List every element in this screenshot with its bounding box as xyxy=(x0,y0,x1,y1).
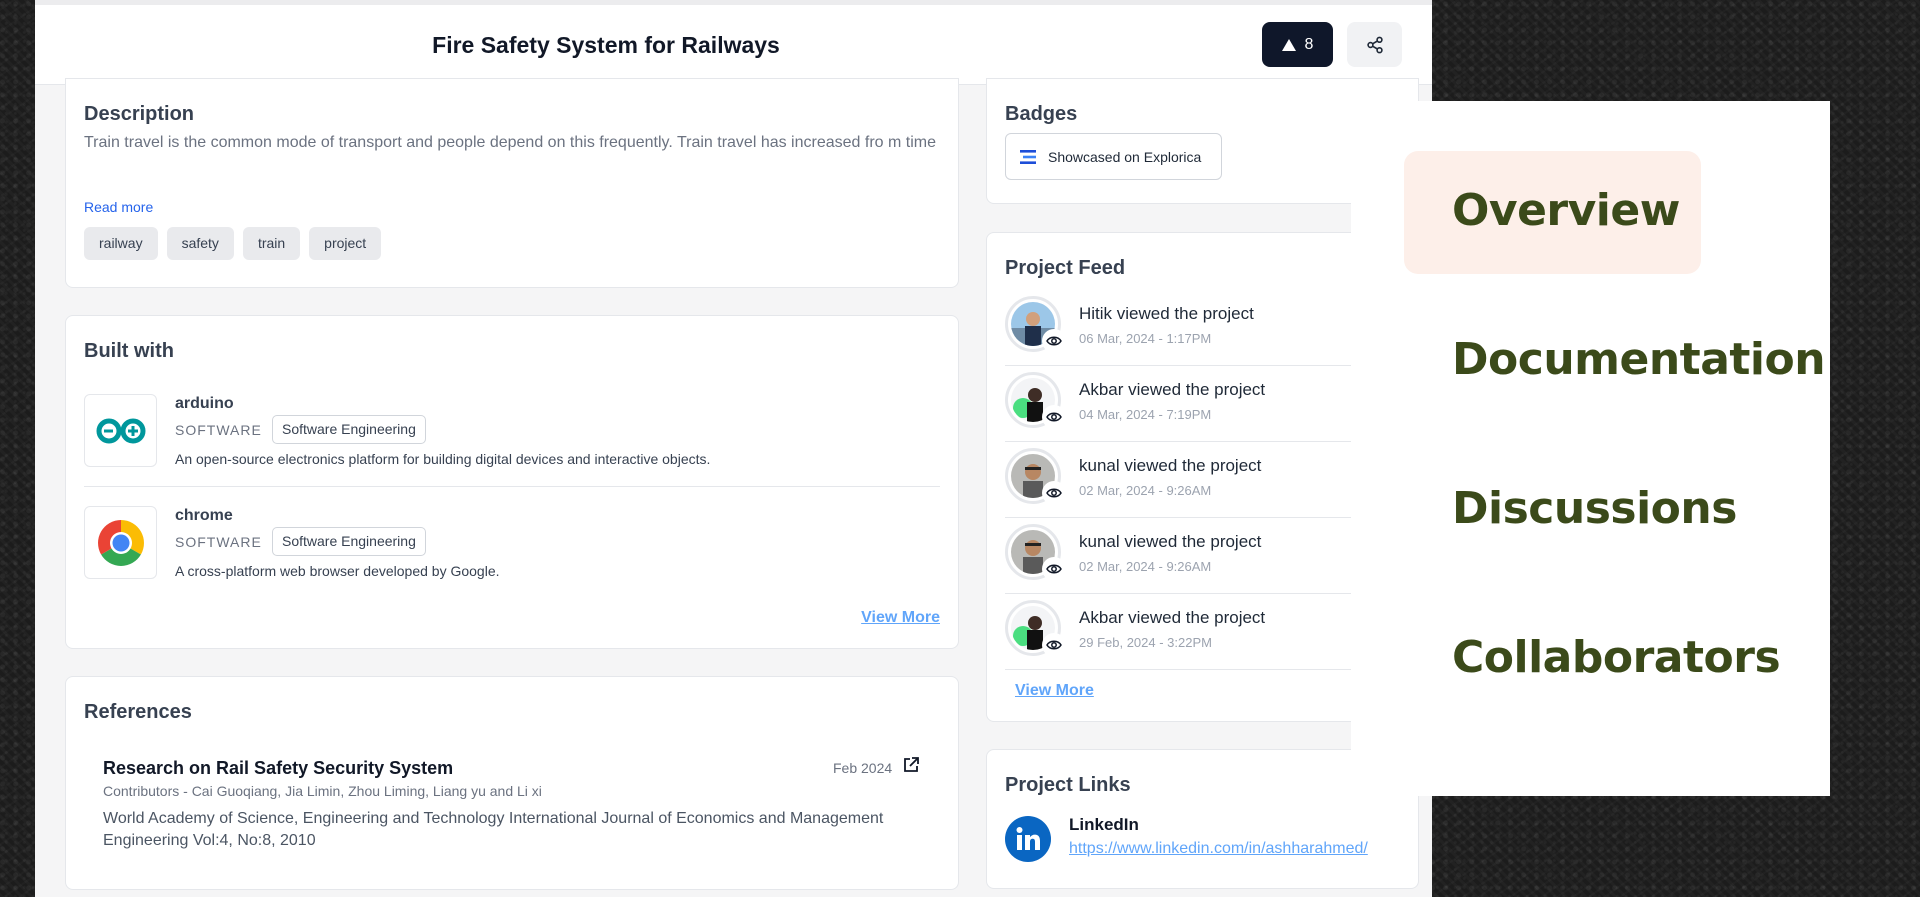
explorica-logo-icon xyxy=(1020,149,1036,164)
nav-tab-collaborators[interactable]: Collaborators xyxy=(1452,632,1781,683)
project-title: Fire Safety System for Railways xyxy=(432,32,780,58)
feed-text: kunal viewed the project xyxy=(1079,532,1262,551)
description-text: Train travel is the common mode of trans… xyxy=(84,134,936,151)
feed-item: kunal viewed the project 02 Mar, 2024 - … xyxy=(1005,442,1377,518)
badge-label: Showcased on Explorica xyxy=(1048,148,1202,165)
nav-tab-documentation[interactable]: Documentation xyxy=(1452,334,1826,385)
description-card: Description Train travel is the common m… xyxy=(65,78,959,288)
references-heading: References xyxy=(84,701,192,723)
project-page: Fire Safety System for Railways 8 Descri… xyxy=(35,0,1432,897)
external-link-icon[interactable] xyxy=(902,756,920,779)
built-with-heading: Built with xyxy=(84,340,174,362)
feed-view-more-link[interactable]: View More xyxy=(1015,682,1094,700)
reference-date: Feb 2024 xyxy=(833,760,893,776)
feed-text: kunal viewed the project xyxy=(1079,456,1262,475)
nav-tab-overview[interactable]: Overview xyxy=(1452,185,1680,236)
tool-description: A cross-platform web browser developed b… xyxy=(175,563,500,579)
feed-item: kunal viewed the project 02 Mar, 2024 - … xyxy=(1005,518,1377,594)
badges-heading: Badges xyxy=(1005,103,1078,125)
eye-icon xyxy=(1042,557,1066,581)
project-feed-heading: Project Feed xyxy=(1005,257,1126,279)
tag-chip[interactable]: project xyxy=(309,227,382,260)
feed-text: Hitik viewed the project xyxy=(1079,304,1254,323)
feed-divider xyxy=(1005,669,1377,670)
avatar xyxy=(1005,372,1066,429)
eye-icon xyxy=(1042,329,1066,353)
eye-icon xyxy=(1042,405,1066,429)
arduino-logo-icon xyxy=(84,394,157,467)
upvote-triangle-icon xyxy=(1281,38,1296,51)
project-links-heading: Project Links xyxy=(1005,774,1131,796)
reference-title: Research on Rail Safety Security System xyxy=(103,758,454,778)
avatar xyxy=(1005,600,1066,657)
feed-time: 06 Mar, 2024 - 1:17PM xyxy=(1079,331,1212,346)
tag-chip[interactable]: safety xyxy=(166,227,234,260)
tool-type: SOFTWARE xyxy=(175,534,262,550)
avatar xyxy=(1005,296,1066,353)
link-title: LinkedIn xyxy=(1069,815,1139,834)
references-card: References Research on Rail Safety Secur… xyxy=(65,676,959,890)
avatar xyxy=(1005,524,1066,581)
tool-name: arduino xyxy=(175,395,234,412)
zoomed-nav-panel: Overview Documentation Discussions Colla… xyxy=(1351,101,1830,796)
built-with-card: Built with arduino SOFTWARE Software Eng… xyxy=(65,315,959,649)
eye-icon xyxy=(1042,481,1066,505)
feed-text: Akbar viewed the project xyxy=(1079,608,1266,627)
tool-description: An open-source electronics platform for … xyxy=(175,451,711,467)
tool-name: chrome xyxy=(175,507,233,524)
feed-time: 04 Mar, 2024 - 7:19PM xyxy=(1079,407,1212,422)
share-icon xyxy=(1366,36,1383,53)
tool-divider xyxy=(84,486,940,487)
reference-description: World Academy of Science, Engineering an… xyxy=(103,810,884,849)
chrome-logo-icon xyxy=(84,506,157,579)
feed-text: Akbar viewed the project xyxy=(1079,380,1266,399)
description-heading: Description xyxy=(84,103,195,125)
feed-item: Hitik viewed the project 06 Mar, 2024 - … xyxy=(1005,290,1377,366)
read-more-link[interactable]: Read more xyxy=(84,199,153,215)
tag-list: railway safety train project xyxy=(84,227,382,260)
linkedin-icon[interactable] xyxy=(1005,816,1051,862)
upvote-button[interactable]: 8 xyxy=(1262,22,1333,67)
tag-chip[interactable]: train xyxy=(242,227,301,260)
share-button[interactable] xyxy=(1347,22,1402,67)
feed-time: 02 Mar, 2024 - 9:26AM xyxy=(1079,559,1212,574)
built-with-view-more-link[interactable]: View More xyxy=(861,609,940,627)
tool-category[interactable]: Software Engineering xyxy=(272,527,426,556)
avatar xyxy=(1005,448,1066,505)
badge-chip[interactable]: Showcased on Explorica xyxy=(1005,133,1222,180)
reference-contributors: Contributors - Cai Guoqiang, Jia Limin, … xyxy=(103,783,542,799)
feed-time: 02 Mar, 2024 - 9:26AM xyxy=(1079,483,1212,498)
feed-item: Akbar viewed the project 04 Mar, 2024 - … xyxy=(1005,366,1377,442)
linkedin-url-link[interactable]: https://www.linkedin.com/in/ashharahmed/ xyxy=(1069,840,1368,858)
tool-category[interactable]: Software Engineering xyxy=(272,415,426,444)
eye-icon xyxy=(1042,633,1066,657)
tool-type: SOFTWARE xyxy=(175,422,262,438)
feed-item: Akbar viewed the project 29 Feb, 2024 - … xyxy=(1005,594,1377,670)
tag-chip[interactable]: railway xyxy=(84,227,158,260)
nav-tab-discussions[interactable]: Discussions xyxy=(1452,483,1737,534)
project-header: Fire Safety System for Railways 8 xyxy=(35,5,1432,85)
feed-time: 29 Feb, 2024 - 3:22PM xyxy=(1079,635,1212,650)
upvote-count: 8 xyxy=(1304,35,1314,53)
